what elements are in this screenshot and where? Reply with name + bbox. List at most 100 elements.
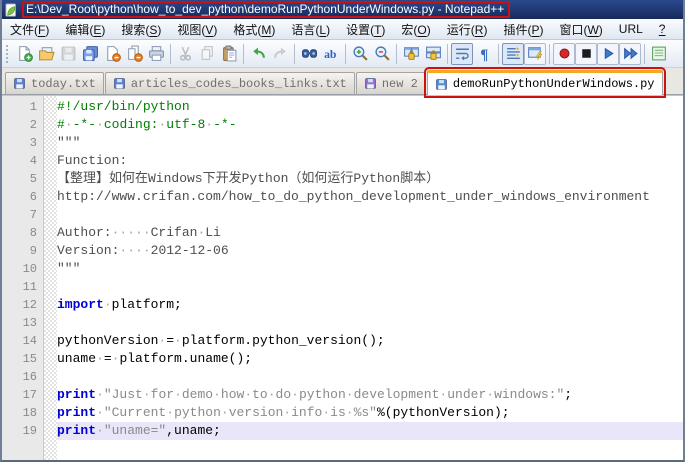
code-line-9[interactable]: Version:····2012-12-06 [57,242,683,260]
doc-switcher-icon[interactable] [648,43,670,65]
macro-playback-icon[interactable] [597,42,619,65]
user-defined-dialog-icon[interactable] [524,42,546,65]
line-number: 13 [22,316,37,330]
code-line-4[interactable]: Function: [57,152,683,170]
toolbar-separator [396,43,397,64]
paste-icon[interactable] [218,43,240,65]
menu-item[interactable]: 搜索(S) [113,19,169,40]
toolbar-separator [498,43,499,64]
code-line-6[interactable]: http://www.crifan.com/how_to_do_python_d… [57,188,683,206]
line-number-gutter: 1 2 3 4 5 6 7 8 9 10 11 12 13 14 15 16 17 18 19 [2,96,44,460]
line-number: 8 [29,226,37,240]
line-number: 7 [29,208,37,222]
menu-item[interactable]: 文件(F) [2,19,57,40]
redo-icon[interactable] [269,43,291,65]
editor-area: 1 2 3 4 5 6 7 8 9 10 11 12 13 14 15 16 17 18 19 #!/usr/bin… [2,95,683,460]
code-line-19[interactable]: print·"uname=",uname; [57,422,683,440]
tab-new-2[interactable]: new 2 [355,72,426,94]
show-all-characters-icon[interactable] [502,42,524,65]
code-line-16[interactable] [57,368,683,386]
menu-item[interactable]: 语言(L) [283,19,338,40]
menu-item[interactable]: 编辑(E) [57,19,113,40]
menu-item[interactable]: 视图(V) [169,19,225,40]
menu-bar: 文件(F) 编辑(E) 搜索(S) 视图(V) 格式(M) 语言(L) 设置(T) 宏(O) 运… [2,19,683,40]
macro-run-multiple-icon[interactable] [619,42,641,65]
find-replace-icon[interactable]: ab [320,43,342,65]
notepadpp-window: E:\Dev_Root\python\how_to_dev_python\dem… [0,0,685,462]
tab-label: demoRunPythonUnderWindows.py [452,77,655,91]
zoom-out-icon[interactable] [371,43,393,65]
line-number: 2 [29,118,37,132]
line-number: 18 [22,406,37,420]
undo-icon[interactable] [247,43,269,65]
line-number: 11 [22,280,37,294]
line-number: 5 [29,172,37,186]
macro-stop-icon[interactable] [575,42,597,65]
macro-record-icon[interactable] [553,42,575,65]
line-number: 4 [29,154,37,168]
code-line-11[interactable] [57,278,683,296]
code-line-3[interactable]: """ [57,134,683,152]
toolbar-separator [549,43,550,64]
code-line-2[interactable]: #·-*-·coding:·utf-8·-*- [57,116,683,134]
menu-item[interactable]: 运行(R) [439,19,496,40]
tab-label: articles_codes_books_links.txt [130,76,347,91]
menu-item[interactable]: 插件(P) [495,19,551,40]
code-line-13[interactable] [57,314,683,332]
toolbar-separator [447,43,448,64]
save-all-icon[interactable] [79,43,101,65]
toolbar-separator [243,43,244,64]
menu-item[interactable]: ? [651,20,674,38]
title-highlight-box: E:\Dev_Root\python\how_to_dev_python\dem… [22,0,511,18]
code-line-5[interactable]: 【整理】如何在Windows下开发Python（如何运行Python脚本） [57,170,683,188]
line-number: 17 [22,388,37,402]
tab-label: new 2 [381,76,418,91]
fold-margin[interactable] [44,96,57,460]
menu-item[interactable]: 格式(M) [225,19,283,40]
copy-icon[interactable] [196,43,218,65]
tab-articles-codes-books-links-txt[interactable]: articles_codes_books_links.txt [104,72,355,94]
open-file-icon[interactable] [35,43,57,65]
code-line-17[interactable]: print·"Just·for·demo·how·to·do·python·de… [57,386,683,404]
toolbar: ab ¶ [2,40,683,68]
code-line-8[interactable]: Author:·····Crifan·Li [57,224,683,242]
save-file-icon[interactable] [57,43,79,65]
show-paragraph-marks-icon[interactable]: ¶ [473,43,495,65]
menu-item[interactable]: URL [611,20,651,38]
toolbar-grip[interactable] [5,43,10,64]
code-line-7[interactable] [57,206,683,224]
title-bar[interactable]: E:\Dev_Root\python\how_to_dev_python\dem… [2,0,683,19]
toolbar-separator [294,43,295,64]
new-file-icon[interactable] [13,43,35,65]
code-view[interactable]: #!/usr/bin/python #·-*-·coding:·utf-8·-*-… [57,96,683,460]
line-number: 19 [22,424,37,438]
line-number: 3 [29,136,37,150]
cut-icon[interactable] [174,43,196,65]
tab-today-txt[interactable]: today.txt [5,72,104,94]
notepadpp-app-icon [5,2,16,17]
code-line-15[interactable]: uname·=·platform.uname(); [57,350,683,368]
word-wrap-icon[interactable] [451,42,473,65]
line-number: 9 [29,244,37,258]
zoom-in-icon[interactable] [349,43,371,65]
find-icon[interactable] [298,43,320,65]
sync-vertical-scroll-icon[interactable] [400,43,422,65]
sync-horizontal-scroll-icon[interactable] [422,43,444,65]
code-line-10[interactable]: """ [57,260,683,278]
line-number: 15 [22,352,37,366]
line-number: 12 [22,298,37,312]
menu-item[interactable]: 设置(T) [338,19,393,40]
menu-item[interactable]: 窗口(W) [551,19,610,40]
line-number: 16 [22,370,37,384]
tab-demorunpythonunderwindows-py[interactable]: demoRunPythonUnderWindows.py [423,67,666,98]
print-icon[interactable] [145,43,167,65]
code-line-18[interactable]: print·"Current·python·version·info·is·%s… [57,404,683,422]
svg-text:¶: ¶ [480,47,488,62]
code-line-14[interactable]: pythonVersion·=·platform.python_version(… [57,332,683,350]
code-line-1[interactable]: #!/usr/bin/python [57,98,683,116]
close-all-icon[interactable] [123,43,145,65]
toolbar-separator [644,43,645,64]
menu-item[interactable]: 宏(O) [393,19,438,40]
close-file-icon[interactable] [101,43,123,65]
code-line-12[interactable]: import·platform; [57,296,683,314]
